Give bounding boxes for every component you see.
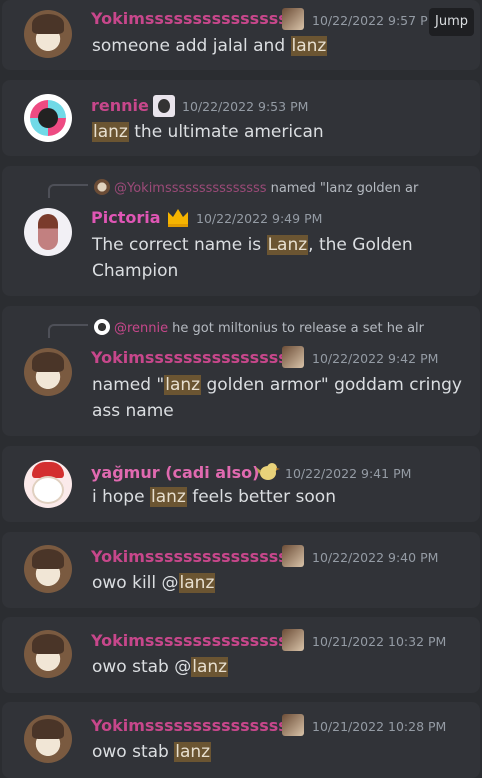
reply-preview[interactable]: @Yokimsssssssssssssss named "lanz golden … <box>94 179 474 196</box>
message-content: someone add jalal and lanz <box>92 36 328 56</box>
message-card[interactable]: @Yokimsssssssssssssss named "lanz golden … <box>2 166 480 296</box>
role-icon <box>282 629 304 651</box>
author-name[interactable]: Pictoria <box>91 208 161 227</box>
timestamp: 10/22/2022 9:40 PM <box>312 550 439 565</box>
bird-icon <box>255 459 280 481</box>
jump-button[interactable]: Jump <box>429 8 474 36</box>
reply-preview[interactable]: @rennie he got miltonius to release a set… <box>94 319 474 336</box>
crown-icon <box>166 206 188 228</box>
author-name[interactable]: Yokimsssssssssssssss <box>91 348 288 367</box>
avatar[interactable] <box>24 545 72 593</box>
message-card[interactable]: rennie 10/22/2022 9:53 PM lanz the ultim… <box>2 80 480 156</box>
author-name[interactable]: Yokimsssssssssssssss <box>91 9 288 28</box>
search-highlight: lanz <box>174 742 212 762</box>
message-content: i hope lanz feels better soon <box>92 487 336 507</box>
author-name[interactable]: rennie <box>91 96 149 115</box>
author-name[interactable]: Yokimsssssssssssssss <box>91 547 288 566</box>
search-highlight: lanz <box>178 573 216 593</box>
avatar[interactable] <box>24 348 72 396</box>
role-icon <box>282 545 304 567</box>
role-icon <box>282 8 304 30</box>
avatar[interactable] <box>24 460 72 508</box>
reply-connector <box>48 324 88 338</box>
message-content: owo stab lanz <box>92 742 212 762</box>
search-highlight: Lanz <box>266 235 309 255</box>
message-card[interactable]: @rennie he got miltonius to release a set… <box>2 306 480 436</box>
message-card[interactable]: yağmur (cadi also) 10/22/2022 9:41 PM i … <box>2 446 480 522</box>
author-name[interactable]: Yokimsssssssssssssss <box>91 631 288 650</box>
avatar[interactable] <box>24 94 72 142</box>
role-icon <box>153 95 175 117</box>
timestamp: 10/22/2022 9:53 PM <box>182 99 309 114</box>
reply-connector <box>48 184 88 198</box>
message-content: owo kill @lanz <box>92 573 216 593</box>
avatar[interactable] <box>24 208 72 256</box>
message-card[interactable]: Yokimsssssssssssssss 10/22/2022 9:57 P s… <box>2 0 480 70</box>
search-highlight: lanz <box>92 122 129 142</box>
message-card[interactable]: Yokimsssssssssssssss 10/22/2022 9:40 PM … <box>2 532 480 608</box>
timestamp: 10/22/2022 9:57 P <box>312 13 428 28</box>
message-card[interactable]: Yokimsssssssssssssss 10/21/2022 10:28 PM… <box>2 702 480 778</box>
avatar[interactable] <box>24 10 72 58</box>
message-content: named "lanz golden armor" goddam cringy … <box>92 375 462 421</box>
timestamp: 10/22/2022 9:49 PM <box>196 211 323 226</box>
avatar[interactable] <box>24 715 72 763</box>
search-highlight: lanz <box>290 36 328 56</box>
timestamp: 10/22/2022 9:42 PM <box>312 351 439 366</box>
author-name[interactable]: yağmur (cadi also) <box>91 463 259 482</box>
timestamp: 10/22/2022 9:41 PM <box>285 466 412 481</box>
reply-avatar <box>94 319 110 335</box>
search-highlight: lanz <box>149 487 187 507</box>
author-name[interactable]: Yokimsssssssssssssss <box>91 716 288 735</box>
search-highlight: lanz <box>191 657 229 677</box>
timestamp: 10/21/2022 10:28 PM <box>312 719 447 734</box>
avatar[interactable] <box>24 630 72 678</box>
role-icon <box>282 346 304 368</box>
reply-avatar <box>94 179 110 195</box>
message-content: The correct name is Lanz, the Golden Cha… <box>92 235 413 281</box>
message-content: lanz the ultimate american <box>92 122 324 142</box>
timestamp: 10/21/2022 10:32 PM <box>312 634 447 649</box>
message-content: owo stab @lanz <box>92 657 229 677</box>
role-icon <box>282 714 304 736</box>
search-highlight: lanz <box>164 375 202 395</box>
message-card[interactable]: Yokimsssssssssssssss 10/21/2022 10:32 PM… <box>2 617 480 693</box>
